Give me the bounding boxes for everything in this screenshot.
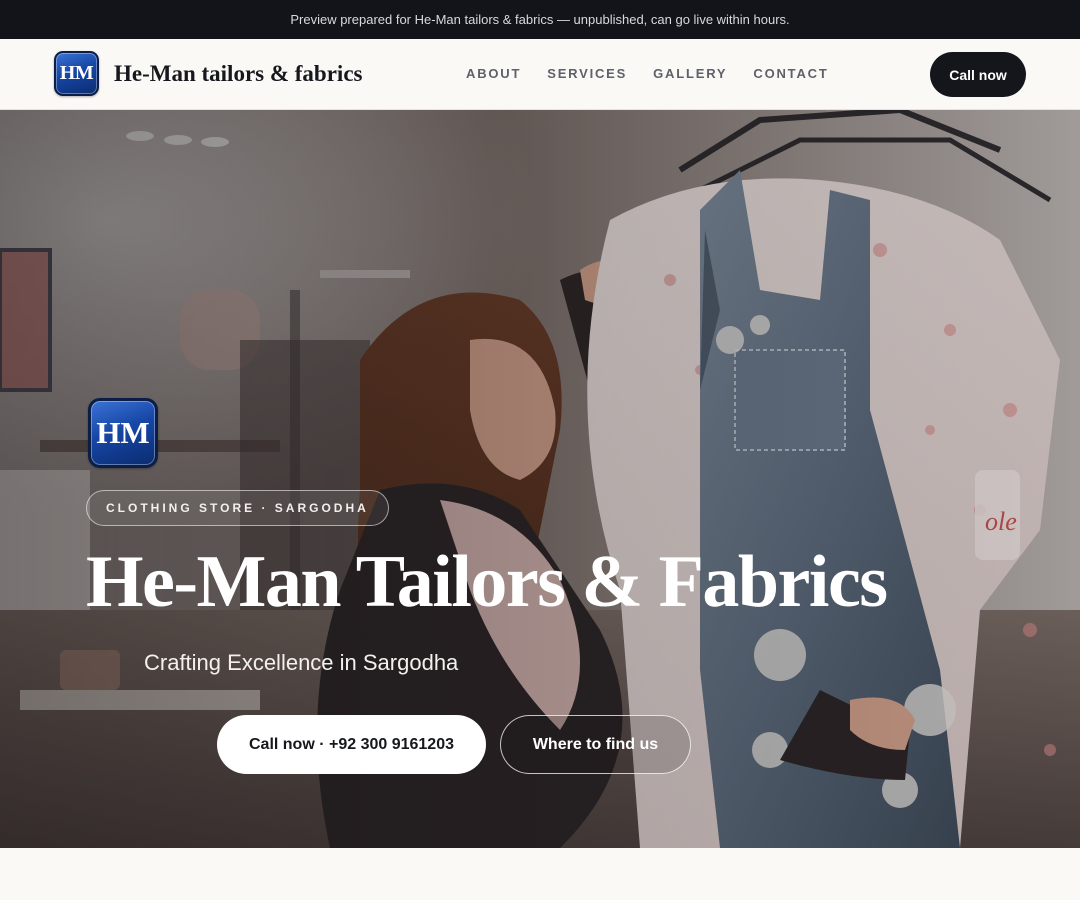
hero-logo-badge: HM [88,398,158,468]
nav-link-contact[interactable]: CONTACT [753,66,828,81]
nav-link-about[interactable]: ABOUT [466,66,521,81]
preview-banner-text: Preview prepared for He-Man tailors & fa… [290,12,790,27]
hero-eyebrow-pill: CLOTHING STORE · SARGODHA [86,490,389,526]
hero-section: ole HM CLOTHING STORE · SARGODHA He-Man … [0,110,1080,848]
nav-link-gallery[interactable]: GALLERY [653,66,727,81]
brand-logo[interactable]: HM [54,51,99,96]
hero-call-button[interactable]: Call now · +92 300 9161203 [217,715,486,774]
brand-name[interactable]: He-Man tailors & fabrics [114,61,362,87]
header-call-button[interactable]: Call now [930,52,1026,97]
preview-banner: Preview prepared for He-Man tailors & fa… [0,0,1080,39]
hero-subtitle: Crafting Excellence in Sargodha [144,650,459,675]
hero-eyebrow-text: CLOTHING STORE · SARGODHA [106,501,369,515]
hero-title: He-Man Tailors & Fabrics [86,541,888,623]
site-header: HM He-Man tailors & fabrics ABOUT SERVIC… [0,39,1080,110]
hero-location-button[interactable]: Where to find us [500,715,691,774]
nav-link-services[interactable]: SERVICES [547,66,627,81]
main-nav: ABOUT SERVICES GALLERY CONTACT [466,66,829,81]
